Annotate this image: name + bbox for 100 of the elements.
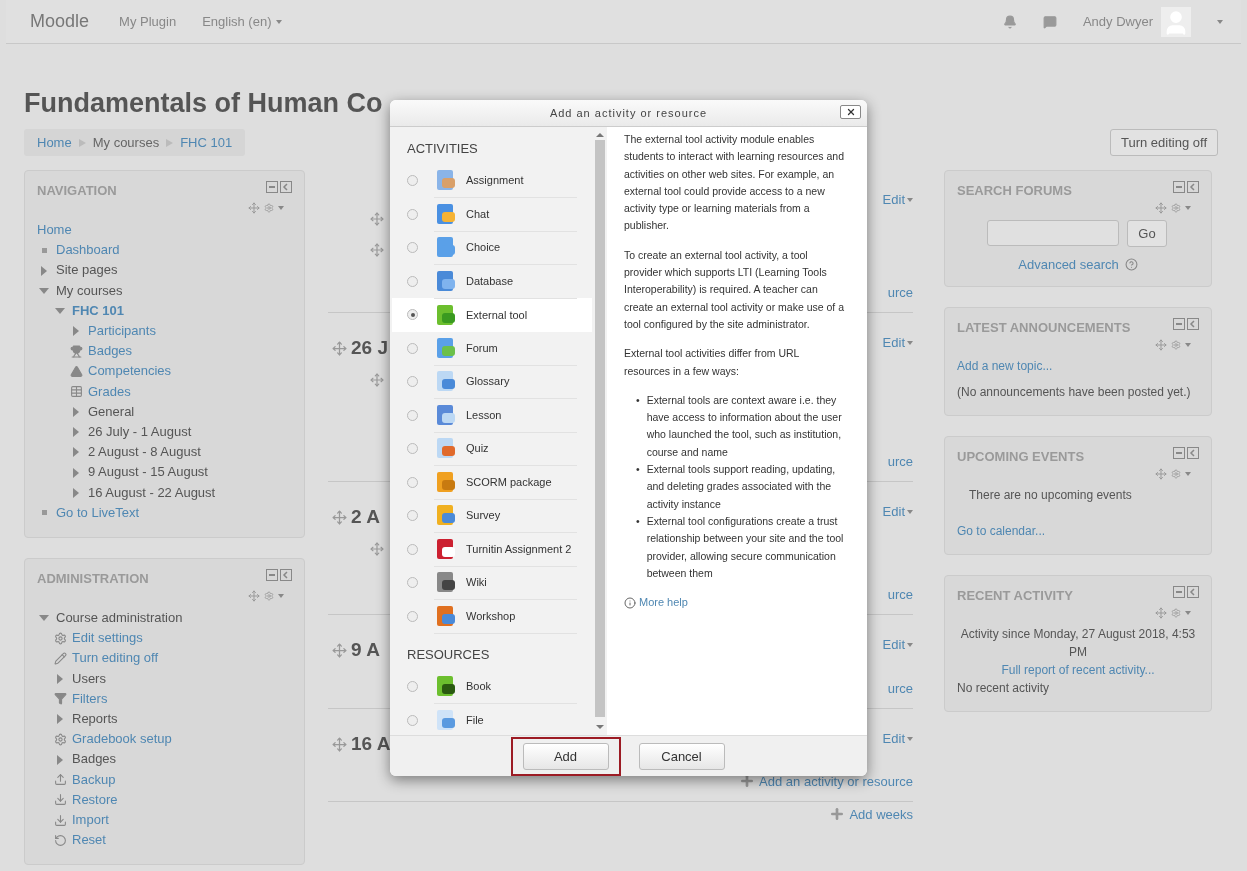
add-weeks-link[interactable]: Add weeks	[829, 806, 913, 822]
radio-button[interactable]	[407, 242, 418, 254]
radio-button[interactable]	[407, 610, 418, 622]
module-option[interactable]: SCORM package	[392, 465, 592, 499]
expanded-arrow-icon[interactable]	[39, 287, 49, 294]
breadcrumb-link[interactable]: FHC 101	[180, 135, 233, 150]
add-activity-link[interactable]: urce	[887, 587, 913, 602]
module-option[interactable]: Lesson	[392, 398, 592, 432]
nav-item[interactable]: Site pages	[56, 260, 118, 281]
module-option[interactable]: Choice	[392, 231, 592, 265]
radio-button[interactable]	[407, 543, 418, 555]
move-icon[interactable]	[1155, 202, 1167, 214]
breadcrumb-link[interactable]: Home	[37, 135, 72, 150]
settings-icon[interactable]	[264, 203, 274, 213]
move-icon[interactable]	[248, 202, 260, 214]
nav-item[interactable]: Backup	[72, 769, 116, 790]
add-activity-link[interactable]: urce	[887, 285, 913, 300]
advanced-search-link[interactable]: Advanced search	[1018, 257, 1119, 272]
block-controls-icon[interactable]	[1173, 586, 1199, 598]
more-help-link[interactable]: More help	[624, 594, 847, 612]
module-option[interactable]: Chat	[392, 197, 592, 231]
nav-item[interactable]: Grades	[88, 381, 131, 402]
nav-item[interactable]: 16 August - 22 August	[88, 482, 216, 503]
nav-item[interactable]: Dashboard	[56, 240, 120, 261]
nav-item[interactable]: Restore	[72, 789, 118, 811]
collapsed-arrow-icon[interactable]	[73, 487, 79, 498]
block-link[interactable]: Go to calendar...	[957, 522, 1199, 540]
move-icon[interactable]	[332, 509, 347, 525]
nav-item[interactable]: FHC 101	[72, 300, 125, 321]
help-icon[interactable]	[1124, 258, 1138, 271]
radio-button[interactable]	[407, 510, 418, 522]
settings-icon[interactable]	[1171, 203, 1181, 213]
move-icon[interactable]	[332, 340, 347, 356]
nav-item[interactable]: Reset	[72, 830, 106, 851]
nav-item[interactable]: Edit settings	[72, 628, 143, 649]
add-activity-link[interactable]: urce	[887, 454, 913, 469]
nav-item[interactable]: 2 August - 8 August	[88, 442, 201, 463]
move-icon[interactable]	[332, 642, 347, 658]
navbar-link[interactable]: English (en)	[202, 14, 282, 29]
move-icon[interactable]	[370, 243, 384, 257]
nav-item[interactable]: My courses	[56, 280, 123, 301]
nav-item[interactable]: Badges	[72, 749, 117, 770]
caret-icon[interactable]	[1185, 343, 1191, 347]
edit-menu[interactable]: Edit	[882, 731, 913, 746]
module-option[interactable]: External tool	[392, 298, 592, 332]
collapsed-arrow-icon[interactable]	[73, 447, 79, 458]
breadcrumb-link[interactable]: My courses	[92, 135, 160, 150]
nav-item[interactable]: Turn editing off	[72, 648, 158, 669]
nav-item[interactable]: Competencies	[88, 361, 172, 382]
move-icon[interactable]	[370, 542, 384, 556]
block-link[interactable]: Full report of recent activity...	[957, 661, 1199, 679]
dialog-button[interactable]: Add	[522, 742, 609, 770]
block-link[interactable]: Add a new topic...	[957, 357, 1199, 375]
collapsed-arrow-icon[interactable]	[57, 754, 63, 765]
module-option[interactable]: Quiz	[392, 432, 592, 466]
edit-menu[interactable]: Edit	[882, 504, 913, 519]
search-field[interactable]	[987, 220, 1120, 246]
avatar-icon[interactable]	[1161, 6, 1191, 37]
nav-item[interactable]: Course administration	[56, 608, 183, 629]
collapsed-arrow-icon[interactable]	[41, 265, 47, 276]
module-option[interactable]: Wiki	[392, 566, 592, 600]
collapsed-arrow-icon[interactable]	[73, 326, 79, 337]
collapsed-arrow-icon[interactable]	[57, 673, 63, 684]
site-brand[interactable]: Moodle	[30, 11, 90, 32]
edit-menu[interactable]: Edit	[882, 637, 913, 652]
radio-button[interactable]	[407, 376, 418, 388]
bell-icon[interactable]	[1002, 14, 1017, 29]
go-button[interactable]: Go	[1127, 220, 1167, 247]
settings-icon[interactable]	[264, 591, 274, 602]
dialog-button[interactable]: Cancel	[638, 742, 725, 770]
caret-icon[interactable]	[278, 206, 284, 210]
nav-item[interactable]: Go to LiveText	[56, 502, 140, 524]
radio-button[interactable]	[407, 443, 418, 455]
nav-item[interactable]: Gradebook setup	[72, 729, 172, 750]
nav-item[interactable]: 9 August - 15 August	[88, 462, 208, 483]
nav-item[interactable]: Home	[37, 220, 72, 241]
radio-button[interactable]	[407, 476, 418, 488]
radio-button[interactable]	[407, 309, 418, 321]
add-activity-link[interactable]: urce	[887, 681, 913, 696]
edit-menu[interactable]: Edit	[882, 335, 913, 350]
module-option[interactable]: Assignment	[392, 164, 592, 198]
settings-icon[interactable]	[1171, 469, 1181, 479]
module-option[interactable]: Survey	[392, 499, 592, 533]
radio-button[interactable]	[407, 714, 418, 726]
radio-button[interactable]	[407, 208, 418, 220]
module-option[interactable]: Glossary	[392, 365, 592, 399]
radio-button[interactable]	[407, 342, 418, 354]
module-option[interactable]: Workshop	[392, 599, 592, 633]
block-controls-icon[interactable]	[1173, 447, 1199, 459]
radio-button[interactable]	[407, 175, 418, 187]
block-controls-icon[interactable]	[266, 569, 292, 582]
collapsed-arrow-icon[interactable]	[73, 467, 79, 478]
nav-item[interactable]: General	[88, 401, 135, 423]
expanded-arrow-icon[interactable]	[39, 615, 49, 622]
block-controls-icon[interactable]	[266, 181, 292, 193]
module-option[interactable]: Book	[392, 670, 592, 704]
settings-icon[interactable]	[1171, 340, 1181, 350]
move-icon[interactable]	[1155, 468, 1167, 480]
radio-button[interactable]	[407, 577, 418, 589]
navbar-link[interactable]: My Plugin	[119, 14, 177, 29]
